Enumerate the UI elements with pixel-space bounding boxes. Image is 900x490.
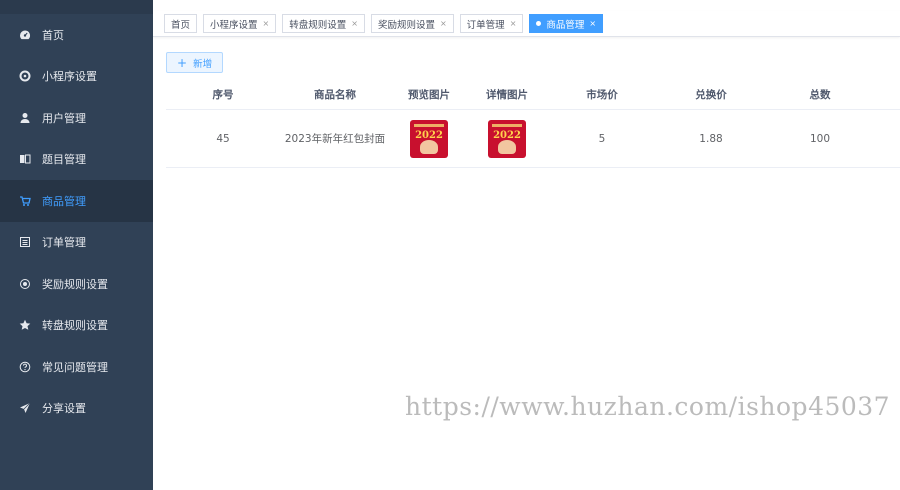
sidebar-item-reward-rules[interactable]: 奖励规则设置 <box>0 263 153 305</box>
sidebar-item-faq[interactable]: 常见问题管理 <box>0 346 153 388</box>
sidebar: 首页 小程序设置 用户管理 题目管理 商品管理 订单管理 奖励规则设置 转盘规则… <box>0 0 153 490</box>
header-detail-image: 详情图片 <box>486 89 528 101</box>
tab-orders[interactable]: 订单管理 × <box>459 14 524 33</box>
sidebar-item-label: 商品管理 <box>42 194 86 208</box>
tab-reward-rules[interactable]: 奖励规则设置 × <box>370 14 454 33</box>
tab-label: 首页 <box>171 19 191 31</box>
products-table: 序号 商品名称 预览图片 详情图片 市场价 兑换价 总数 库 45 2023年新… <box>166 80 900 168</box>
header-preview-image: 预览图片 <box>408 89 450 101</box>
sidebar-item-label: 奖励规则设置 <box>42 277 108 291</box>
sidebar-top-bar <box>0 0 153 14</box>
plus-icon: + <box>177 55 188 70</box>
active-dot-icon <box>536 21 542 26</box>
book-icon <box>18 152 32 166</box>
app-root: 首页 小程序设置 用户管理 题目管理 商品管理 订单管理 奖励规则设置 转盘规则… <box>0 0 900 490</box>
cell-exchange-price: 1.88 <box>699 132 723 145</box>
cell-detail-image: 2022 <box>468 119 546 158</box>
tab-label: 奖励规则设置 <box>377 19 435 31</box>
sidebar-item-label: 题目管理 <box>42 153 86 167</box>
sidebar-item-orders[interactable]: 订单管理 <box>0 222 153 264</box>
close-icon[interactable]: × <box>263 19 270 28</box>
add-button-label: 新增 <box>193 58 213 70</box>
thumb-banner <box>492 123 522 127</box>
tab-label: 订单管理 <box>466 19 505 31</box>
watermark-text: https://www.huzhan.com/ishop45037 <box>405 392 891 421</box>
sidebar-item-label: 订单管理 <box>42 236 86 250</box>
add-button[interactable]: + 新增 <box>166 52 224 73</box>
cart-icon <box>18 194 32 208</box>
star-icon <box>18 318 32 332</box>
close-icon[interactable]: × <box>351 19 358 28</box>
tab-miniprogram-settings[interactable]: 小程序设置 × <box>203 14 277 33</box>
tab-label: 商品管理 <box>546 19 585 31</box>
question-icon <box>18 360 32 374</box>
thumb-figure <box>498 139 516 154</box>
tab-products[interactable]: 商品管理 × <box>529 14 604 33</box>
sidebar-item-wheel-rules[interactable]: 转盘规则设置 <box>0 305 153 347</box>
cell-total: 100 <box>809 132 831 145</box>
tab-wheel-rules[interactable]: 转盘规则设置 × <box>282 14 365 33</box>
user-icon <box>18 111 32 125</box>
tab-label: 转盘规则设置 <box>289 19 347 31</box>
sidebar-item-label: 分享设置 <box>42 402 86 416</box>
sidebar-item-label: 首页 <box>42 28 64 42</box>
close-icon[interactable]: × <box>589 19 596 28</box>
settings-icon <box>18 69 32 83</box>
dashboard-icon <box>18 28 32 42</box>
close-icon[interactable]: × <box>510 19 517 28</box>
table-row[interactable]: 45 2023年新年红包封面 2022 2022 5 1.88 100 <box>166 110 900 168</box>
sidebar-item-questions[interactable]: 题目管理 <box>0 139 153 181</box>
table-header: 序号 商品名称 预览图片 详情图片 市场价 兑换价 总数 库 <box>166 80 900 110</box>
close-icon[interactable]: × <box>440 19 447 28</box>
tags-view-bar: 首页 小程序设置 × 转盘规则设置 × 奖励规则设置 × 订单管理 × 商品管理 <box>153 11 900 37</box>
tab-home[interactable]: 首页 <box>164 14 198 33</box>
sidebar-item-products[interactable]: 商品管理 <box>0 180 153 222</box>
header-market-price: 市场价 <box>586 89 618 101</box>
header-exchange-price: 兑换价 <box>695 89 727 101</box>
sidebar-item-label: 小程序设置 <box>42 70 97 84</box>
thumb-year-text: 2022 <box>415 129 443 141</box>
thumb-figure <box>420 139 438 154</box>
sidebar-item-label: 用户管理 <box>42 111 86 125</box>
header-stock-truncated: 库 <box>876 87 900 102</box>
send-icon <box>18 401 32 415</box>
sidebar-item-share-settings[interactable]: 分享设置 <box>0 388 153 430</box>
thumb-banner <box>414 123 444 127</box>
cell-id: 45 <box>216 132 230 145</box>
header-name: 商品名称 <box>314 88 356 101</box>
detail-thumbnail[interactable]: 2022 <box>488 119 526 158</box>
sidebar-item-miniprogram-settings[interactable]: 小程序设置 <box>0 56 153 98</box>
sidebar-item-users[interactable]: 用户管理 <box>0 97 153 139</box>
sidebar-item-home[interactable]: 首页 <box>0 14 153 56</box>
sidebar-item-label: 常见问题管理 <box>42 360 108 374</box>
header-id: 序号 <box>212 89 234 101</box>
cell-market-price: 5 <box>598 132 606 145</box>
cell-preview-image: 2022 <box>390 119 468 158</box>
thumb-year-text: 2022 <box>493 129 521 141</box>
preview-thumbnail[interactable]: 2022 <box>410 119 448 158</box>
tab-label: 小程序设置 <box>210 19 258 31</box>
list-icon <box>18 235 32 249</box>
header-total: 总数 <box>809 89 831 101</box>
cell-name: 2023年新年红包封面 <box>284 132 386 145</box>
sidebar-item-label: 转盘规则设置 <box>42 319 108 333</box>
radio-icon <box>18 277 32 291</box>
